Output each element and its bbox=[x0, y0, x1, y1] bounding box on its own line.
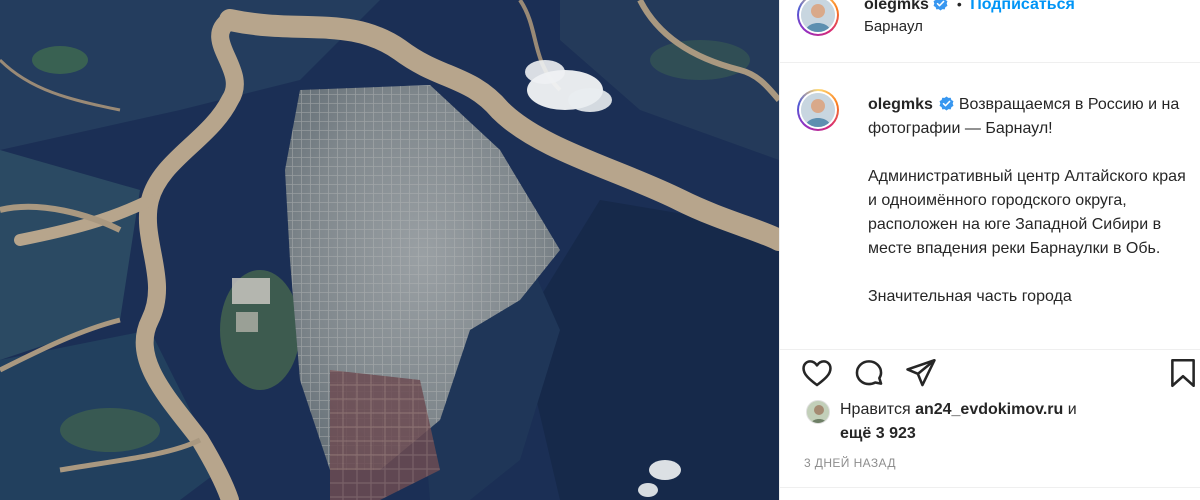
post-side-panel: olegmks • Подписаться Барнаул olegmks Во… bbox=[779, 0, 1200, 500]
avatar-photo bbox=[801, 93, 835, 127]
likes-count-link[interactable]: ещё 3 923 bbox=[840, 425, 916, 442]
location-link[interactable]: Барнаул bbox=[864, 18, 923, 35]
verified-badge-icon bbox=[939, 96, 954, 111]
satellite-image-barnaul bbox=[0, 0, 779, 500]
caption-username[interactable]: olegmks bbox=[868, 96, 933, 113]
paper-plane-icon[interactable] bbox=[904, 356, 938, 390]
caption-area: olegmks Возвращаемся в Россию и на фотог… bbox=[780, 64, 1200, 348]
bookmark-icon[interactable] bbox=[1166, 356, 1200, 390]
likes-prefix: Нравится bbox=[840, 401, 911, 418]
heart-icon[interactable] bbox=[800, 356, 834, 390]
post-header: olegmks • Подписаться Барнаул bbox=[780, 0, 1200, 63]
likes-text: Нравится an24_evdokimov.ru и ещё 3 923 bbox=[840, 398, 1170, 446]
post-timestamp[interactable]: 3 дней назад bbox=[804, 456, 896, 470]
caption-paragraph: Административный центр Алтайского края и… bbox=[868, 168, 1186, 257]
author-avatar[interactable] bbox=[797, 0, 839, 36]
liker-avatar[interactable] bbox=[806, 400, 830, 424]
caption-author-avatar[interactable] bbox=[797, 89, 839, 131]
follow-button[interactable]: Подписаться bbox=[970, 0, 1075, 13]
separator-dot: • bbox=[956, 0, 962, 12]
liker-username[interactable]: an24_evdokimov.ru bbox=[915, 401, 1063, 418]
caption-paragraph: olegmks Возвращаемся в Россию и на фотог… bbox=[868, 93, 1190, 141]
header-user-line: olegmks • Подписаться bbox=[864, 0, 1075, 14]
likes-conjunction: и bbox=[1067, 401, 1077, 418]
caption-paragraph: Значительная часть города bbox=[868, 288, 1072, 305]
post-actions: Нравится an24_evdokimov.ru и ещё 3 923 3… bbox=[780, 349, 1200, 500]
verified-badge-icon bbox=[933, 0, 948, 11]
post-caption: olegmks Возвращаемся в Россию и на фотог… bbox=[868, 93, 1190, 333]
comment-icon[interactable] bbox=[852, 356, 886, 390]
post-photo[interactable] bbox=[0, 0, 779, 500]
divider bbox=[780, 487, 1200, 488]
author-username[interactable]: olegmks bbox=[864, 0, 929, 13]
